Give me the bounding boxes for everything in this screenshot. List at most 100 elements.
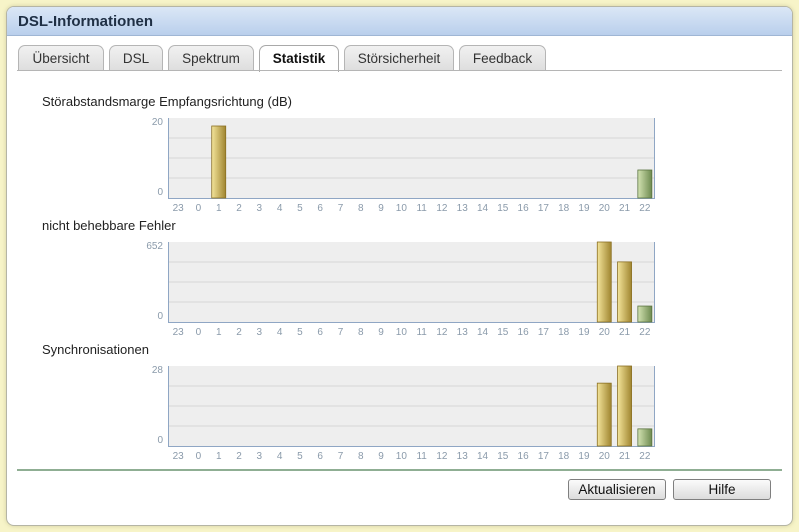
tab-stoersicherheit[interactable]: Störsicherheit	[344, 45, 454, 70]
x-tick-label: 23	[173, 327, 185, 338]
x-tick-label: 22	[639, 451, 651, 462]
x-tick-label: 2	[236, 451, 242, 462]
x-tick-label: 20	[599, 327, 611, 338]
x-tick-label: 21	[619, 203, 631, 214]
x-tick-label: 15	[497, 327, 509, 338]
tab-spektrum[interactable]: Spektrum	[168, 45, 254, 70]
x-tick-label: 9	[378, 203, 384, 214]
x-tick-label: 18	[558, 203, 570, 214]
x-tick-label: 13	[457, 327, 469, 338]
x-tick-label: 8	[358, 203, 364, 214]
x-tick-label: 14	[477, 451, 489, 462]
x-tick-label: 18	[558, 451, 570, 462]
x-tick-label: 22	[639, 203, 651, 214]
x-tick-label: 15	[497, 203, 509, 214]
tab-dsl[interactable]: DSL	[109, 45, 163, 70]
x-tick-label: 13	[457, 203, 469, 214]
bar-22	[637, 305, 653, 323]
tab-statistik[interactable]: Statistik	[259, 45, 339, 72]
bar-22	[637, 428, 653, 447]
bar-21	[617, 261, 632, 323]
y-tick-label-max: 28	[152, 365, 164, 376]
x-tick-label: 2	[236, 203, 242, 214]
x-tick-label: 11	[416, 203, 427, 214]
tab-feedback[interactable]: Feedback	[459, 45, 546, 70]
x-tick-label: 19	[578, 451, 590, 462]
x-tick-label: 12	[436, 327, 448, 338]
x-tick-label: 16	[518, 327, 530, 338]
x-tick-label: 16	[518, 451, 530, 462]
x-tick-label: 0	[196, 451, 202, 462]
tab-bar: Übersicht DSL Spektrum Statistik Störsic…	[7, 45, 792, 72]
chart-synchronisations: 28023 0 1 2 3 4 5 6 7 8 9 10 11 12 13 14 15 16 17 18 19 20 21 2…	[152, 365, 655, 462]
x-tick-label: 10	[396, 451, 408, 462]
x-tick-label: 4	[277, 327, 283, 338]
x-tick-label: 2	[236, 327, 242, 338]
x-tick-label: 20	[599, 451, 611, 462]
x-tick-label: 5	[297, 327, 303, 338]
y-tick-label-min: 0	[157, 435, 163, 446]
tab-uebersicht[interactable]: Übersicht	[18, 45, 104, 70]
y-tick-label-max: 20	[152, 117, 164, 128]
x-tick-label: 10	[396, 203, 408, 214]
x-tick-label: 14	[477, 203, 489, 214]
x-tick-label: 5	[297, 203, 303, 214]
bar-20	[596, 382, 612, 447]
x-tick-label: 4	[277, 451, 283, 462]
help-button[interactable]: Hilfe	[673, 479, 771, 500]
x-tick-label: 12	[436, 451, 448, 462]
x-tick-label: 13	[457, 451, 469, 462]
x-tick-label: 17	[538, 327, 550, 338]
x-tick-label: 6	[317, 203, 323, 214]
x-tick-label: 7	[338, 451, 344, 462]
y-tick-label-min: 0	[157, 311, 163, 322]
x-tick-label: 22	[639, 327, 651, 338]
chart-uncorrectable-errors: 652023 0 1 2 3 4 5 6 7 8 9 10 11 12 13 14 15 16 17 18 19 20 21…	[146, 241, 655, 338]
footer-separator	[17, 469, 782, 471]
x-tick-label: 3	[257, 203, 263, 214]
x-tick-label: 20	[599, 203, 611, 214]
x-tick-label: 10	[396, 327, 408, 338]
x-tick-label: 11	[416, 451, 427, 462]
x-tick-label: 14	[477, 327, 489, 338]
x-tick-label: 5	[297, 451, 303, 462]
chart-title-uncorrectable-errors: nicht behebbare Fehler	[42, 218, 176, 233]
x-tick-label: 8	[358, 451, 364, 462]
x-tick-label: 23	[173, 451, 185, 462]
dsl-info-window: DSL-Informationen Übersicht DSL Spektrum…	[6, 6, 793, 526]
chart-title-snr-margin: Störabstandsmarge Empfangsrichtung (dB)	[42, 94, 293, 109]
x-tick-label: 21	[619, 451, 631, 462]
x-tick-label: 16	[518, 203, 530, 214]
bar-21	[617, 365, 632, 447]
chart-title-synchronisations: Synchronisationen	[42, 342, 149, 357]
x-tick-label: 3	[257, 327, 263, 338]
x-tick-label: 9	[378, 451, 384, 462]
bar-20	[596, 241, 612, 323]
x-tick-label: 6	[317, 327, 323, 338]
x-tick-label: 0	[196, 327, 202, 338]
window-titlebar: DSL-Informationen	[7, 7, 792, 36]
x-tick-label: 4	[277, 203, 283, 214]
chart-snr-margin: 20023 0 1 2 3 4 5 6 7 8 9 10 11 12 13 14 15 16 17 18 19 20 21 2…	[152, 117, 655, 214]
x-tick-label: 0	[196, 203, 202, 214]
x-tick-label: 19	[578, 327, 590, 338]
x-tick-label: 7	[338, 203, 344, 214]
tab-divider	[17, 70, 782, 71]
x-tick-label: 1	[216, 203, 222, 214]
x-tick-label: 11	[416, 327, 427, 338]
x-tick-label: 18	[558, 327, 570, 338]
bar-1	[211, 125, 227, 199]
x-tick-label: 12	[436, 203, 448, 214]
x-tick-label: 1	[216, 451, 222, 462]
window-title: DSL-Informationen	[18, 13, 153, 30]
x-tick-label: 7	[338, 327, 344, 338]
x-tick-label: 17	[538, 451, 550, 462]
refresh-button[interactable]: Aktualisieren	[568, 479, 666, 500]
x-tick-label: 23	[173, 203, 185, 214]
x-tick-label: 1	[216, 327, 222, 338]
x-tick-label: 6	[317, 451, 323, 462]
x-tick-label: 3	[257, 451, 263, 462]
y-tick-label-min: 0	[157, 187, 163, 198]
x-tick-label: 8	[358, 327, 364, 338]
x-tick-label: 21	[619, 327, 631, 338]
